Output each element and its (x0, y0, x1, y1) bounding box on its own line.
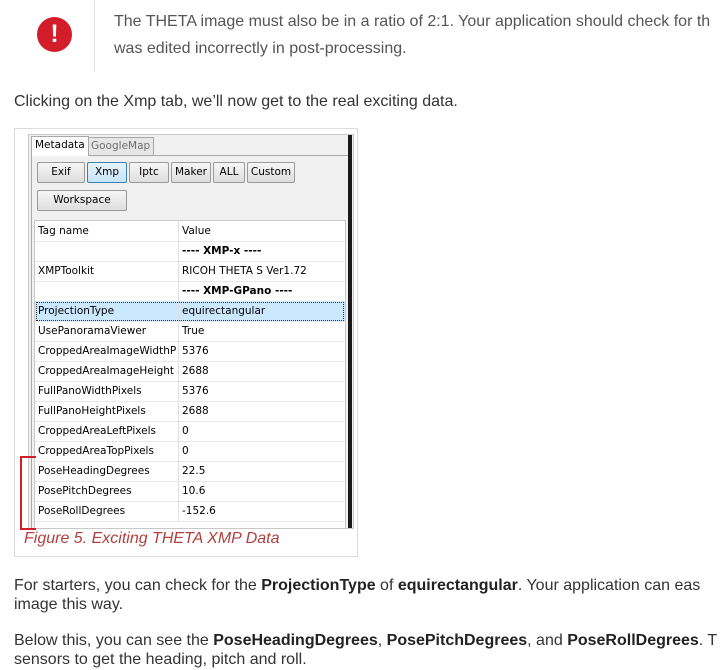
column-divider (178, 421, 179, 441)
tab-metadata[interactable]: Metadata (31, 136, 89, 156)
callout-line-2: was edited incorrectly in post-processin… (114, 40, 407, 57)
callout-text: The THETA image must also be in a ratio … (114, 8, 728, 62)
table-header: Tag name Value (35, 221, 345, 242)
tag-cell: CroppedAreaTopPixels (38, 445, 154, 457)
paragraph-projection: For starters, you can check for the Proj… (14, 576, 700, 595)
custom-button[interactable]: Custom (247, 162, 295, 183)
table-row[interactable]: PoseHeadingDegrees 22.5 (35, 461, 345, 482)
tag-cell: CroppedAreaLeftPixels (38, 425, 156, 437)
paragraph-pose-line-2: sensors to get the heading, pitch and ro… (14, 651, 307, 668)
text-span: For starters, you can check for the (14, 577, 262, 594)
tag-cell: PosePitchDegrees (38, 485, 132, 497)
figure-xmp-screenshot: Metadata GoogleMap Exif Xmp Iptc Maker A… (14, 128, 358, 557)
text-span: . Your application can eas (517, 577, 701, 594)
table-row-selected[interactable]: ProjectionType equirectangular (35, 301, 345, 322)
metadata-tool-window: Metadata GoogleMap Exif Xmp Iptc Maker A… (28, 134, 354, 529)
metadata-panel: Exif Xmp Iptc Maker ALL Custom Workspace… (31, 155, 349, 528)
tag-cell: XMPToolkit (38, 265, 95, 277)
tag-cell: FullPanoWidthPixels (38, 385, 142, 397)
column-divider (178, 401, 179, 421)
column-divider (178, 261, 179, 281)
tag-table: Tag name Value ---- XMP-x ---- XMPToolki… (34, 220, 346, 528)
workspace-button[interactable]: Workspace (37, 190, 127, 211)
column-divider (178, 221, 179, 241)
table-row[interactable]: FullPanoHeightPixels 2688 (35, 401, 345, 422)
value-cell: 5376 (182, 385, 209, 397)
value-cell: 2688 (182, 365, 209, 377)
paragraph-pose: Below this, you can see the PoseHeadingD… (14, 631, 717, 650)
table-row[interactable]: CroppedAreaLeftPixels 0 (35, 421, 345, 442)
value-cell: 2688 (182, 405, 209, 417)
exclamation-circle-icon: ! (37, 17, 72, 52)
tag-cell (38, 241, 176, 261)
value-cell: 10.6 (182, 485, 206, 497)
column-divider (178, 481, 179, 501)
column-divider (178, 461, 179, 481)
value-cell: ---- XMP-GPano ---- (182, 285, 293, 297)
term-equirectangular: equirectangular (397, 577, 518, 594)
value-cell: 0 (182, 425, 189, 437)
value-cell: equirectangular (182, 305, 266, 317)
tag-cell: CroppedAreaImageWidthPixels (38, 345, 176, 357)
table-row[interactable]: CroppedAreaImageHeight 2688 (35, 361, 345, 382)
table-row[interactable]: ---- XMP-GPano ---- (35, 281, 345, 302)
value-cell: ---- XMP-x ---- (182, 245, 262, 257)
table-row[interactable]: CroppedAreaTopPixels 0 (35, 441, 345, 462)
term-poserolldegrees: PoseRollDegrees (567, 632, 699, 649)
table-row[interactable]: CroppedAreaImageWidthPixels 5376 (35, 341, 345, 362)
tag-cell: PoseRollDegrees (38, 505, 126, 517)
table-row[interactable]: UsePanoramaViewer True (35, 321, 345, 342)
text-span: , and (527, 632, 568, 649)
figure-caption: Figure 5. Exciting THETA XMP Data (24, 530, 280, 547)
table-row[interactable]: XMPToolkit RICOH THETA S Ver1.72 (35, 261, 345, 282)
window-edge-scrollbar[interactable] (348, 135, 352, 528)
table-row[interactable]: ---- XMP-x ---- (35, 241, 345, 262)
text-span: Below this, you can see the (14, 632, 214, 649)
tag-cell: PoseHeadingDegrees (38, 465, 150, 477)
column-divider (178, 301, 179, 321)
value-cell: -152.6 (182, 505, 216, 517)
tag-cell (38, 281, 176, 301)
column-divider (178, 501, 179, 521)
value-cell: True (182, 325, 205, 337)
tag-cell: FullPanoHeightPixels (38, 405, 146, 417)
column-divider (178, 321, 179, 341)
callout-divider (94, 0, 95, 72)
column-divider (178, 441, 179, 461)
tag-cell: ProjectionType (38, 305, 115, 317)
value-cell: 22.5 (182, 465, 206, 477)
warning-callout: ! The THETA image must also be in a rati… (0, 0, 728, 72)
callout-line-1: The THETA image must also be in a ratio … (114, 13, 711, 30)
term-poseheadingdegrees: PoseHeadingDegrees (213, 632, 378, 649)
iptc-button[interactable]: Iptc (129, 162, 169, 183)
column-header-value[interactable]: Value (182, 221, 342, 241)
xmp-button[interactable]: Xmp (87, 162, 127, 183)
text-span: . T (698, 632, 718, 649)
text-span: , (377, 632, 387, 649)
tag-cell: UsePanoramaViewer (38, 325, 147, 337)
column-divider (178, 381, 179, 401)
column-header-tag-name[interactable]: Tag name (38, 221, 176, 241)
column-divider (178, 341, 179, 361)
term-projectiontype: ProjectionType (261, 577, 376, 594)
intro-paragraph: Clicking on the Xmp tab, we’ll now get t… (14, 93, 458, 110)
all-button[interactable]: ALL (213, 162, 245, 183)
value-cell: 0 (182, 445, 189, 457)
value-cell: 5376 (182, 345, 209, 357)
red-annotation-bracket (20, 456, 36, 530)
tag-cell: CroppedAreaImageHeight (38, 365, 175, 377)
table-row[interactable]: PosePitchDegrees 10.6 (35, 481, 345, 502)
text-span: of (375, 577, 398, 594)
paragraph-projection-line-2: image this way. (14, 596, 124, 613)
tab-googlemap[interactable]: GoogleMap (87, 137, 155, 155)
value-cell: RICOH THETA S Ver1.72 (182, 265, 307, 277)
table-row[interactable]: PoseRollDegrees -152.6 (35, 501, 345, 522)
maker-button[interactable]: Maker (171, 162, 211, 183)
column-divider (178, 361, 179, 381)
exif-button[interactable]: Exif (37, 162, 85, 183)
column-divider (178, 241, 179, 261)
column-divider (178, 281, 179, 301)
table-row[interactable]: FullPanoWidthPixels 5376 (35, 381, 345, 402)
term-posepitchdegrees: PosePitchDegrees (386, 632, 528, 649)
